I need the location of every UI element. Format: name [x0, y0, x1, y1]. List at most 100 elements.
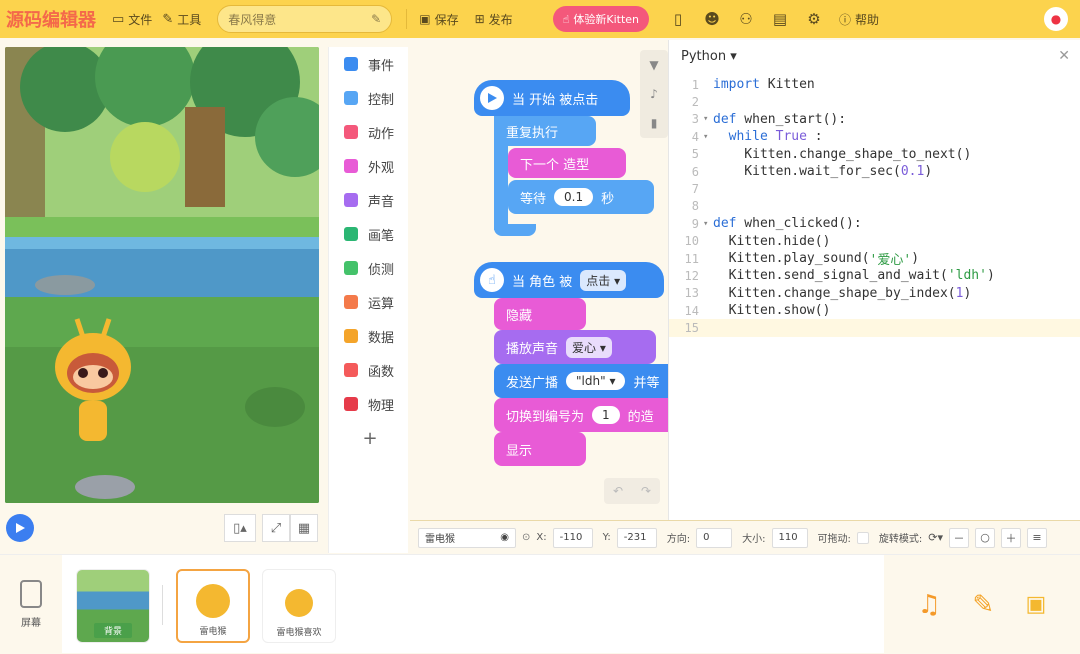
tools-menu[interactable]: ✎ 工具 — [162, 11, 201, 28]
user-avatar[interactable]: ● — [1044, 7, 1068, 31]
monkey-thumb-icon — [196, 584, 230, 618]
code-lines[interactable]: 1 import Kitten 2 3 ▾ def when_start(): 4 ▾ whi… — [669, 76, 1080, 337]
shape-index-input[interactable]: 1 — [592, 406, 620, 424]
code-line[interactable]: 1 import Kitten — [669, 76, 1080, 93]
sound-dropdown[interactable]: 爱心 ▾ — [566, 336, 612, 358]
click-event-dropdown[interactable]: 点击 ▾ — [580, 269, 627, 291]
save-button[interactable]: ▣ 保存 — [419, 11, 458, 28]
stage-canvas[interactable] — [5, 47, 319, 503]
group-icon[interactable]: ⚇ — [737, 10, 755, 28]
repeat-block[interactable]: 重复执行 — [494, 116, 596, 146]
category-item[interactable]: 声音 — [329, 183, 408, 217]
file-menu[interactable]: ▭ 文件 — [112, 11, 152, 28]
add-folder-icon[interactable]: ▣ — [1026, 592, 1047, 617]
when-sprite-clicked-block[interactable]: ☝ 当 角色 被 点击 ▾ — [474, 262, 664, 298]
pencil-paint-icon[interactable]: ✎ — [972, 590, 994, 620]
publish-button[interactable]: ⊞ 发布 — [475, 11, 513, 28]
direction-input[interactable]: 0 — [696, 527, 733, 548]
code-line[interactable]: 5 Kitten.change_shape_to_next() — [669, 146, 1080, 163]
category-item[interactable]: 物理 — [329, 387, 408, 421]
code-line[interactable]: 9 ▾ def when_clicked(): — [669, 215, 1080, 232]
category-item[interactable]: 函数 — [329, 353, 408, 387]
code-token: def — [713, 216, 737, 232]
when-start-block[interactable]: 当 开始 被点击 — [474, 80, 630, 116]
category-item[interactable]: 动作 — [329, 115, 408, 149]
code-line[interactable]: 13 Kitten.change_shape_by_index(1) — [669, 285, 1080, 302]
code-line[interactable]: 14 Kitten.show() — [669, 302, 1080, 319]
device-select-button[interactable]: ▯▴ — [224, 514, 256, 542]
code-editor[interactable]: Python ▾ ✕ 1 import Kitten 2 3 ▾ def when_sta… — [668, 40, 1080, 520]
zoom-reset-icon[interactable]: ○ — [975, 527, 996, 548]
x-input[interactable]: -110 — [552, 527, 593, 548]
category-item[interactable]: 数据 — [329, 319, 408, 353]
gear-icon[interactable]: ⚙ — [805, 10, 823, 28]
play-sound-block[interactable]: 播放声音 爱心 ▾ — [494, 330, 656, 364]
code-line[interactable]: 11 Kitten.play_sound('爱心') — [669, 250, 1080, 268]
size-input[interactable]: 110 — [771, 527, 808, 548]
code-line[interactable]: 3 ▾ def when_start(): — [669, 111, 1080, 128]
switch-shape-block[interactable]: 切换到编号为 1 的造 — [494, 398, 670, 432]
next-shape-block[interactable]: 下一个 造型 — [508, 148, 626, 178]
bar-chart-icon[interactable]: ▮ — [651, 116, 658, 130]
help-label: 帮助 — [855, 12, 880, 27]
category-item[interactable]: 画笔 — [329, 217, 408, 251]
code-token: Kitten.wait_for_sec( — [713, 164, 901, 180]
calendar-icon[interactable]: ▤ — [771, 10, 789, 28]
category-item[interactable]: 外观 — [329, 149, 408, 183]
add-category-button[interactable]: + — [329, 421, 408, 455]
fullscreen-icon[interactable]: ⤢ — [262, 514, 290, 542]
fold-toggle-icon[interactable]: ▾ — [703, 219, 713, 229]
code-line[interactable]: 8 — [669, 198, 1080, 215]
code-line[interactable]: 2 — [669, 93, 1080, 110]
fold-toggle-icon[interactable]: ▾ — [703, 114, 713, 124]
sprite-thumbnail-selected[interactable]: 雷电猴 — [176, 569, 250, 643]
fold-toggle-icon[interactable]: ▾ — [703, 132, 713, 142]
sprite-thumbnail[interactable]: 雷电猴喜欢 — [262, 569, 336, 643]
try-new-kitten-button[interactable]: ☝ 体验新Kitten — [552, 6, 650, 32]
code-line[interactable]: 6 Kitten.wait_for_sec(0.1) — [669, 163, 1080, 180]
zoom-out-icon[interactable]: － — [949, 527, 970, 548]
y-input[interactable]: -231 — [616, 527, 657, 548]
category-item[interactable]: 运算 — [329, 285, 408, 319]
undo-icon[interactable]: ↶ — [613, 484, 623, 498]
draggable-checkbox[interactable] — [856, 531, 869, 544]
category-color-icon — [344, 363, 358, 377]
microphone-icon[interactable]: ♪ — [650, 87, 658, 101]
rotation-mode-dropdown[interactable]: ⟳▾ — [928, 531, 943, 544]
broadcast-block[interactable]: 发送广播 "ldh" ▾ 并等 — [494, 364, 670, 398]
close-icon[interactable]: ✕ — [1058, 48, 1070, 64]
music-icon[interactable]: ♫ — [918, 590, 941, 620]
code-line[interactable]: 12 Kitten.send_signal_and_wait('ldh') — [669, 267, 1080, 284]
grid-icon[interactable]: ▦ — [290, 514, 318, 542]
broadcast-dropdown[interactable]: "ldh" ▾ — [566, 372, 626, 390]
category-item[interactable]: 事件 — [329, 47, 408, 81]
show-block[interactable]: 显示 — [494, 432, 586, 466]
hide-block[interactable]: 隐藏 — [494, 298, 586, 330]
category-item[interactable]: 控制 — [329, 81, 408, 115]
wait-seconds-input[interactable]: 0.1 — [554, 188, 594, 206]
eye-icon[interactable]: ◉ — [500, 532, 509, 543]
wait-block[interactable]: 等待 0.1 秒 — [508, 180, 654, 214]
block-workspace[interactable]: 当 开始 被点击 重复执行 下一个 造型 等待 0.1 秒 ☝ 当 角色 被 点… — [410, 40, 670, 520]
sprite-name-field[interactable]: 雷电猴 ◉ — [418, 527, 516, 548]
visible-toggle-icon[interactable]: ⊙ — [522, 532, 530, 543]
project-name-input[interactable]: 春风得意 ✎ — [217, 5, 393, 33]
code-line[interactable]: 15 — [669, 319, 1080, 337]
category-color-icon — [344, 261, 358, 275]
line-number: 15 — [684, 321, 699, 336]
run-button[interactable] — [6, 514, 34, 542]
category-item[interactable]: 侦测 — [329, 251, 408, 285]
phone-icon[interactable]: ▯ — [669, 10, 687, 28]
menu-icon[interactable]: ≡ — [1027, 527, 1048, 548]
screen-button[interactable]: 屏幕 — [0, 555, 62, 654]
zoom-in-icon[interactable]: ＋ — [1001, 527, 1022, 548]
language-dropdown[interactable]: Python ▾ — [681, 49, 737, 64]
monkey-icon[interactable]: ☻ — [703, 10, 721, 28]
background-thumbnail[interactable]: 背景 — [76, 569, 150, 643]
help-button[interactable]: ⓘ 帮助 — [839, 11, 879, 28]
shirt-icon[interactable]: ▼ — [649, 58, 658, 72]
code-line[interactable]: 7 — [669, 180, 1080, 197]
redo-icon[interactable]: ↷ — [641, 484, 651, 498]
code-line[interactable]: 4 ▾ while True : — [669, 128, 1080, 145]
code-line[interactable]: 10 Kitten.hide() — [669, 233, 1080, 250]
